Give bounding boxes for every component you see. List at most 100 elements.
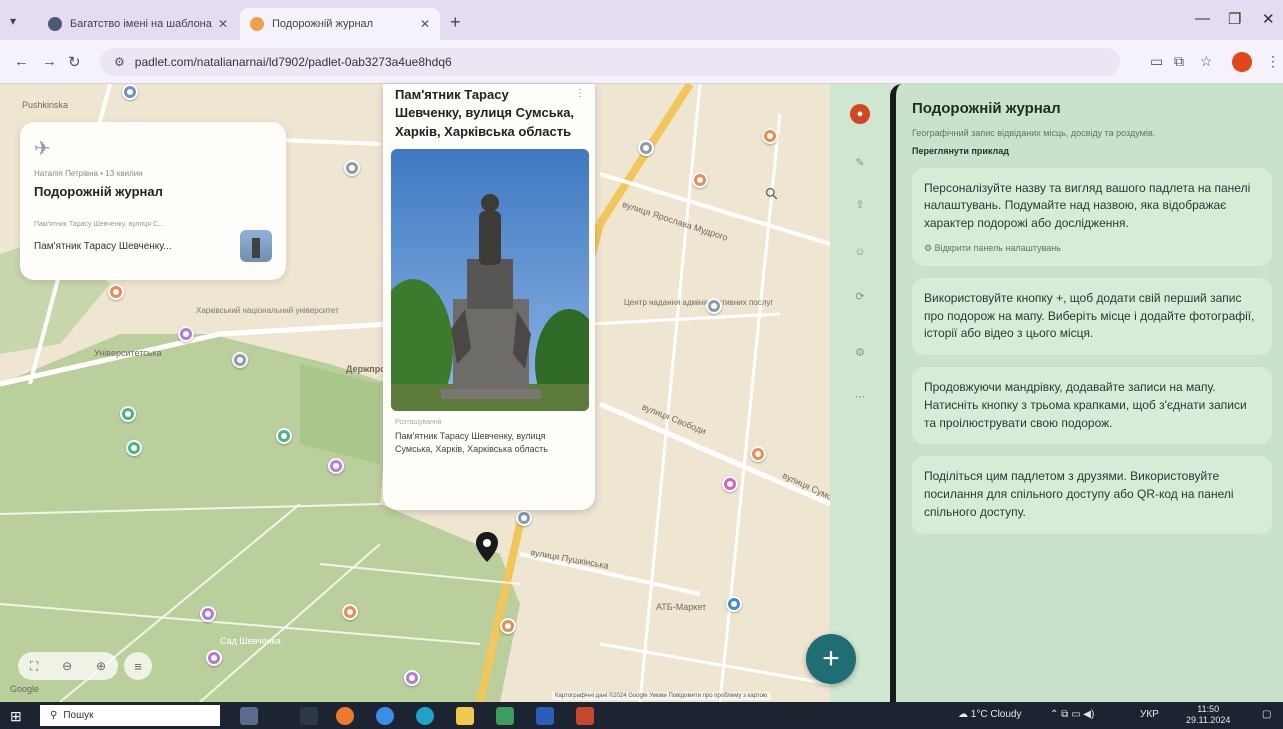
map-attribution[interactable]: Картографічні дані ©2024 Google Умови По… (552, 692, 771, 700)
board-info-card[interactable]: ✈ Наталія Петрівна • 13 хвилин Подорожні… (20, 122, 286, 280)
post-preview-row[interactable]: Пам'ятник Тарасу Шевченку... (34, 230, 272, 262)
map-place-pin[interactable] (638, 140, 654, 156)
map-place-pin[interactable] (342, 604, 358, 620)
post-photo[interactable] (391, 149, 589, 412)
bookmark-star-icon[interactable]: ☆ (1200, 53, 1213, 70)
back-icon[interactable]: ← (14, 53, 29, 70)
fullscreen-icon[interactable]: ⛶ (30, 659, 38, 674)
reactions-icon[interactable]: ☺ (850, 242, 870, 262)
open-settings-link[interactable]: ⚙ Відкрити панель налаштувань (924, 243, 1260, 254)
taskbar-search-placeholder: Пошук (63, 710, 94, 721)
tab-title: Подорожній журнал (272, 18, 374, 30)
restore-icon[interactable]: ❐ (1228, 10, 1241, 28)
selected-post-marker-icon[interactable] (476, 532, 498, 562)
tip-card: Персоналізуйте назву та вигляд вашого па… (912, 167, 1272, 266)
taskbar-app-icon[interactable] (240, 707, 258, 725)
more-options-icon[interactable]: ⋮ (575, 88, 585, 99)
map-controls: ⛶ ⊖ ⊕ (18, 652, 118, 680)
map-place-pin[interactable] (232, 352, 248, 368)
forward-icon[interactable]: → (42, 53, 57, 70)
edit-icon[interactable]: ✎ (850, 152, 870, 172)
map-place-pin[interactable] (108, 284, 124, 300)
profile-avatar[interactable] (1232, 52, 1252, 72)
map-place-pin[interactable] (762, 128, 778, 144)
map-place-pin[interactable] (692, 172, 708, 188)
language-indicator[interactable]: УКР (1140, 709, 1159, 720)
minimize-icon[interactable]: — (1195, 10, 1210, 27)
tip-card: Продовжуючи мандрівку, додавайте записи … (912, 367, 1272, 445)
reload-icon[interactable]: ↻ (68, 53, 81, 71)
share-icon[interactable]: ⇪ (850, 194, 870, 214)
file-explorer-icon[interactable] (456, 707, 474, 725)
close-window-icon[interactable]: ✕ (1262, 10, 1275, 28)
clock-time: 11:50 (1197, 704, 1220, 714)
address-bar: ← → ↻ ⚙ padlet.com/natalianarnai/ld7902/… (0, 40, 1283, 84)
map-place-pin[interactable] (750, 446, 766, 462)
powerpoint-icon[interactable] (576, 707, 594, 725)
board-title: Подорожній журнал (34, 184, 163, 199)
add-post-button[interactable]: + (806, 634, 856, 684)
url-text: padlet.com/natalianarnai/ld7902/padlet-0… (134, 55, 452, 69)
post-caption: Пам'ятник Тарасу Шевченку, вулиця Сумськ… (395, 431, 548, 455)
zoom-in-icon[interactable]: ⊕ (96, 659, 106, 673)
tab-list-icon[interactable]: ▾ (10, 14, 16, 28)
tab-active[interactable]: Подорожній журнал ✕ (240, 8, 440, 40)
taskbar-search-input[interactable]: ⚲ Пошук (40, 705, 220, 726)
new-tab-icon[interactable]: + (450, 12, 461, 33)
clock[interactable]: 11:50 29.11.2024 (1186, 704, 1230, 726)
map-place-pin[interactable] (178, 326, 194, 342)
tray-icons[interactable]: ⌃ ⧉ ▭ ◀) (1050, 709, 1094, 720)
task-view-icon[interactable] (300, 707, 318, 725)
tip-text: Персоналізуйте назву та вигляд вашого па… (924, 180, 1251, 231)
search-icon: ⚲ (50, 710, 58, 721)
browser-menu-icon[interactable]: ⋮ (1266, 53, 1280, 70)
board-meta: Наталія Петрівна • 13 хвилин (34, 169, 143, 178)
map-place-pin[interactable] (120, 406, 136, 422)
map-place-pin[interactable] (344, 160, 360, 176)
tip-text: Продовжуючи мандрівку, додавайте записи … (924, 380, 1247, 430)
clock-date: 29.11.2024 (1186, 714, 1231, 725)
site-info-icon[interactable]: ⚙ (114, 55, 125, 69)
map-place-pin[interactable] (200, 606, 216, 622)
map-label: Університетська (94, 348, 162, 358)
tip-text: Поділіться цим падлетом з друзями. Викор… (924, 469, 1234, 519)
view-example-link[interactable]: Переглянути приклад (912, 146, 1269, 156)
zoom-out-icon[interactable]: ⊖ (62, 659, 72, 673)
map-label: АТБ-Маркет (656, 602, 707, 612)
sync-icon[interactable]: ⟳ (850, 286, 870, 306)
map-place-pin[interactable] (726, 596, 742, 612)
weather-widget[interactable]: ☁ 1°C Cloudy (958, 709, 1021, 720)
map-place-pin[interactable] (516, 510, 532, 526)
monument-image (391, 149, 589, 412)
map-place-pin[interactable] (404, 670, 420, 686)
map-place-pin[interactable] (126, 440, 142, 456)
map-place-pin[interactable] (706, 298, 722, 314)
edge-icon[interactable] (416, 707, 434, 725)
cast-icon[interactable]: ▭ (1150, 53, 1163, 70)
onboarding-panel: Подорожній журнал Географічний запис від… (890, 84, 1283, 702)
map-place-pin[interactable] (500, 618, 516, 634)
more-icon[interactable]: ⋯ (850, 386, 870, 406)
map-place-pin[interactable] (206, 650, 222, 666)
settings-icon[interactable]: ⚙ (850, 342, 870, 362)
firefox-icon[interactable] (336, 707, 354, 725)
map-place-pin[interactable] (122, 84, 138, 100)
windows-start-icon[interactable]: ⊞ (10, 708, 22, 725)
map-place-pin[interactable] (276, 428, 292, 444)
notifications-icon[interactable]: ▢ (1262, 709, 1271, 720)
store-icon[interactable] (496, 707, 514, 725)
post-card[interactable]: Пам'ятник Тарасу Шевченку, вулиця Сумськ… (383, 84, 595, 510)
map-place-pin[interactable] (328, 458, 344, 474)
word-icon[interactable] (536, 707, 554, 725)
extensions-icon[interactable]: ⧉ (1174, 53, 1184, 70)
list-view-button[interactable]: ≡ (124, 652, 152, 680)
close-tab-icon[interactable]: ✕ (218, 17, 228, 31)
url-input[interactable]: ⚙ padlet.com/natalianarnai/ld7902/padlet… (100, 48, 1120, 76)
close-tab-icon[interactable]: ✕ (420, 17, 430, 31)
tab-title: Багатство імені на шаблонах (70, 18, 212, 30)
map-place-pin[interactable] (722, 476, 738, 492)
chrome-icon[interactable] (376, 707, 394, 725)
user-avatar[interactable]: ● (850, 104, 870, 124)
tab-favicon-icon (250, 17, 264, 31)
tab-inactive[interactable]: Багатство імені на шаблонах ✕ (38, 8, 238, 40)
